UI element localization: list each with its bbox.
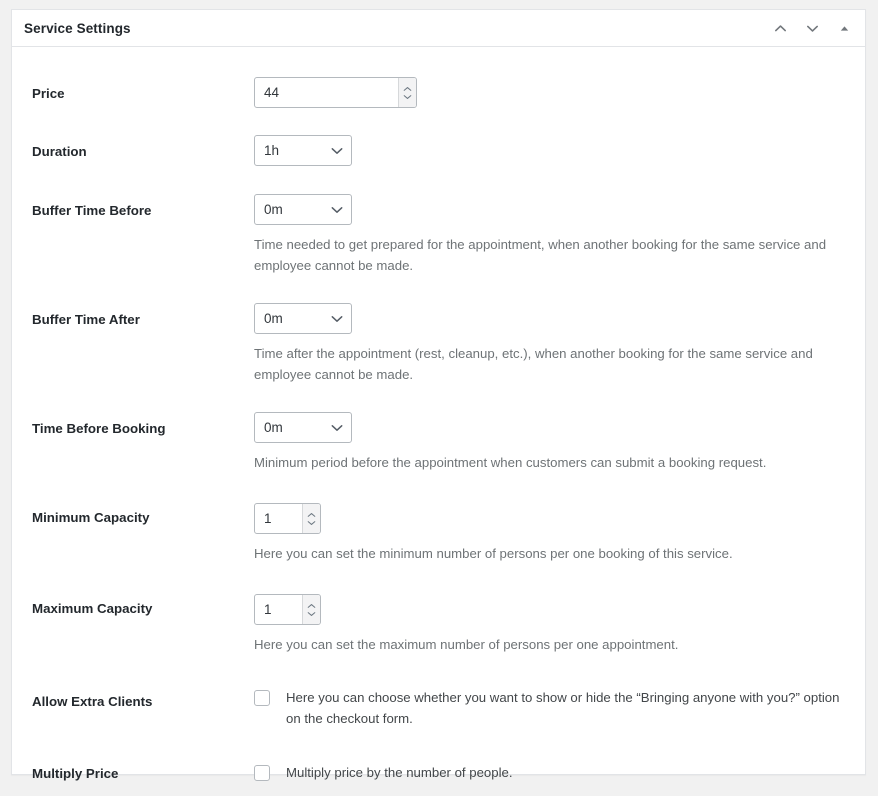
panel-header: Service Settings (12, 10, 865, 47)
allow-extra-clients-checkbox[interactable] (254, 690, 270, 706)
multiply-price-label: Multiply Price (32, 766, 119, 781)
settings-form: Price Duration (12, 77, 865, 783)
multiply-price-checkbox-label: Multiply price by the number of people. (286, 765, 513, 780)
price-input[interactable] (255, 78, 398, 107)
move-down-button[interactable] (801, 18, 823, 40)
field-row-duration: Duration 1h (12, 135, 865, 166)
price-field-area (254, 77, 853, 108)
minimum-capacity-description: Here you can set the minimum number of p… (254, 546, 733, 561)
price-label: Price (32, 86, 65, 101)
chevron-down-icon (805, 21, 820, 36)
multiply-price-checkbox[interactable] (254, 765, 270, 781)
minimum-capacity-field-area: Here you can set the minimum number of p… (254, 503, 853, 564)
service-settings-panel: Service Settings Price 44 Duration 1h Bu… (11, 9, 866, 781)
field-row-maximum-capacity: Maximum Capacity Here you can set the ma… (12, 594, 865, 655)
duration-select[interactable]: 1h (254, 135, 352, 166)
allow-extra-clients-checkbox-row: Here you can choose whether you want to … (254, 687, 853, 729)
field-row-minimum-capacity: Minimum Capacity Here you can set the mi… (12, 503, 865, 564)
field-row-allow-extra-clients: Allow Extra Clients Here you can choose … (12, 687, 865, 729)
triangle-up-icon (838, 22, 851, 35)
panel-header-actions (769, 10, 855, 47)
minimum-capacity-input[interactable] (255, 504, 302, 533)
maximum-capacity-field-area: Here you can set the maximum number of p… (254, 594, 853, 655)
buffer-time-after-field-area: 0m Time after the appointment (rest, cle… (254, 303, 853, 385)
allow-extra-clients-field-area: Here you can choose whether you want to … (254, 687, 853, 729)
stepper-down-icon (307, 611, 316, 616)
duration-label: Duration (32, 144, 87, 159)
buffer-time-after-label: Buffer Time After (32, 312, 140, 327)
collapse-toggle-button[interactable] (833, 18, 855, 40)
page-title: Service Settings (24, 20, 131, 36)
time-before-booking-label: Time Before Booking (32, 421, 166, 436)
maximum-capacity-input-wrapper (254, 594, 321, 625)
move-up-button[interactable] (769, 18, 791, 40)
allow-extra-clients-checkbox-label: Here you can choose whether you want to … (286, 690, 840, 726)
minimum-capacity-label: Minimum Capacity (32, 510, 150, 525)
multiply-price-field-area: Multiply price by the number of people. (254, 762, 853, 783)
chevron-up-icon (773, 21, 788, 36)
stepper-down-icon (403, 94, 412, 99)
time-before-booking-field-area: 0m Minimum period before the appointment… (254, 412, 853, 473)
time-before-booking-description: Minimum period before the appointment wh… (254, 455, 767, 470)
buffer-time-after-select[interactable]: 0m (254, 303, 352, 334)
field-row-buffer-time-after: Buffer Time After 0m Time after the appo… (12, 303, 865, 385)
maximum-capacity-label: Maximum Capacity (32, 601, 153, 616)
maximum-capacity-description: Here you can set the maximum number of p… (254, 637, 679, 652)
minimum-capacity-input-wrapper (254, 503, 321, 534)
stepper-down-icon (307, 520, 316, 525)
maximum-capacity-stepper[interactable] (302, 595, 320, 624)
maximum-capacity-input[interactable] (255, 595, 302, 624)
multiply-price-checkbox-row: Multiply price by the number of people. (254, 762, 853, 783)
duration-select-wrapper: 1h (254, 135, 352, 166)
allow-extra-clients-label: Allow Extra Clients (32, 694, 153, 709)
buffer-time-before-description: Time needed to get prepared for the appo… (254, 237, 827, 273)
field-row-buffer-time-before: Buffer Time Before 0m Time needed to get… (12, 194, 865, 276)
field-row-multiply-price: Multiply Price Multiply price by the num… (12, 762, 865, 783)
field-row-time-before-booking: Time Before Booking 0m Minimum period be… (12, 412, 865, 473)
minimum-capacity-stepper[interactable] (302, 504, 320, 533)
stepper-up-icon (307, 512, 316, 517)
buffer-time-after-select-wrapper: 0m (254, 303, 352, 334)
stepper-up-icon (403, 86, 412, 91)
price-input-wrapper (254, 77, 417, 108)
duration-field-area: 1h (254, 135, 853, 166)
buffer-time-after-description: Time after the appointment (rest, cleanu… (254, 346, 813, 382)
buffer-time-before-select[interactable]: 0m (254, 194, 352, 225)
stepper-up-icon (307, 603, 316, 608)
buffer-time-before-field-area: 0m Time needed to get prepared for the a… (254, 194, 853, 276)
buffer-time-before-select-wrapper: 0m (254, 194, 352, 225)
field-row-price: Price (12, 77, 865, 108)
time-before-booking-select-wrapper: 0m (254, 412, 352, 443)
buffer-time-before-label: Buffer Time Before (32, 203, 152, 218)
price-stepper[interactable] (398, 78, 416, 107)
time-before-booking-select[interactable]: 0m (254, 412, 352, 443)
